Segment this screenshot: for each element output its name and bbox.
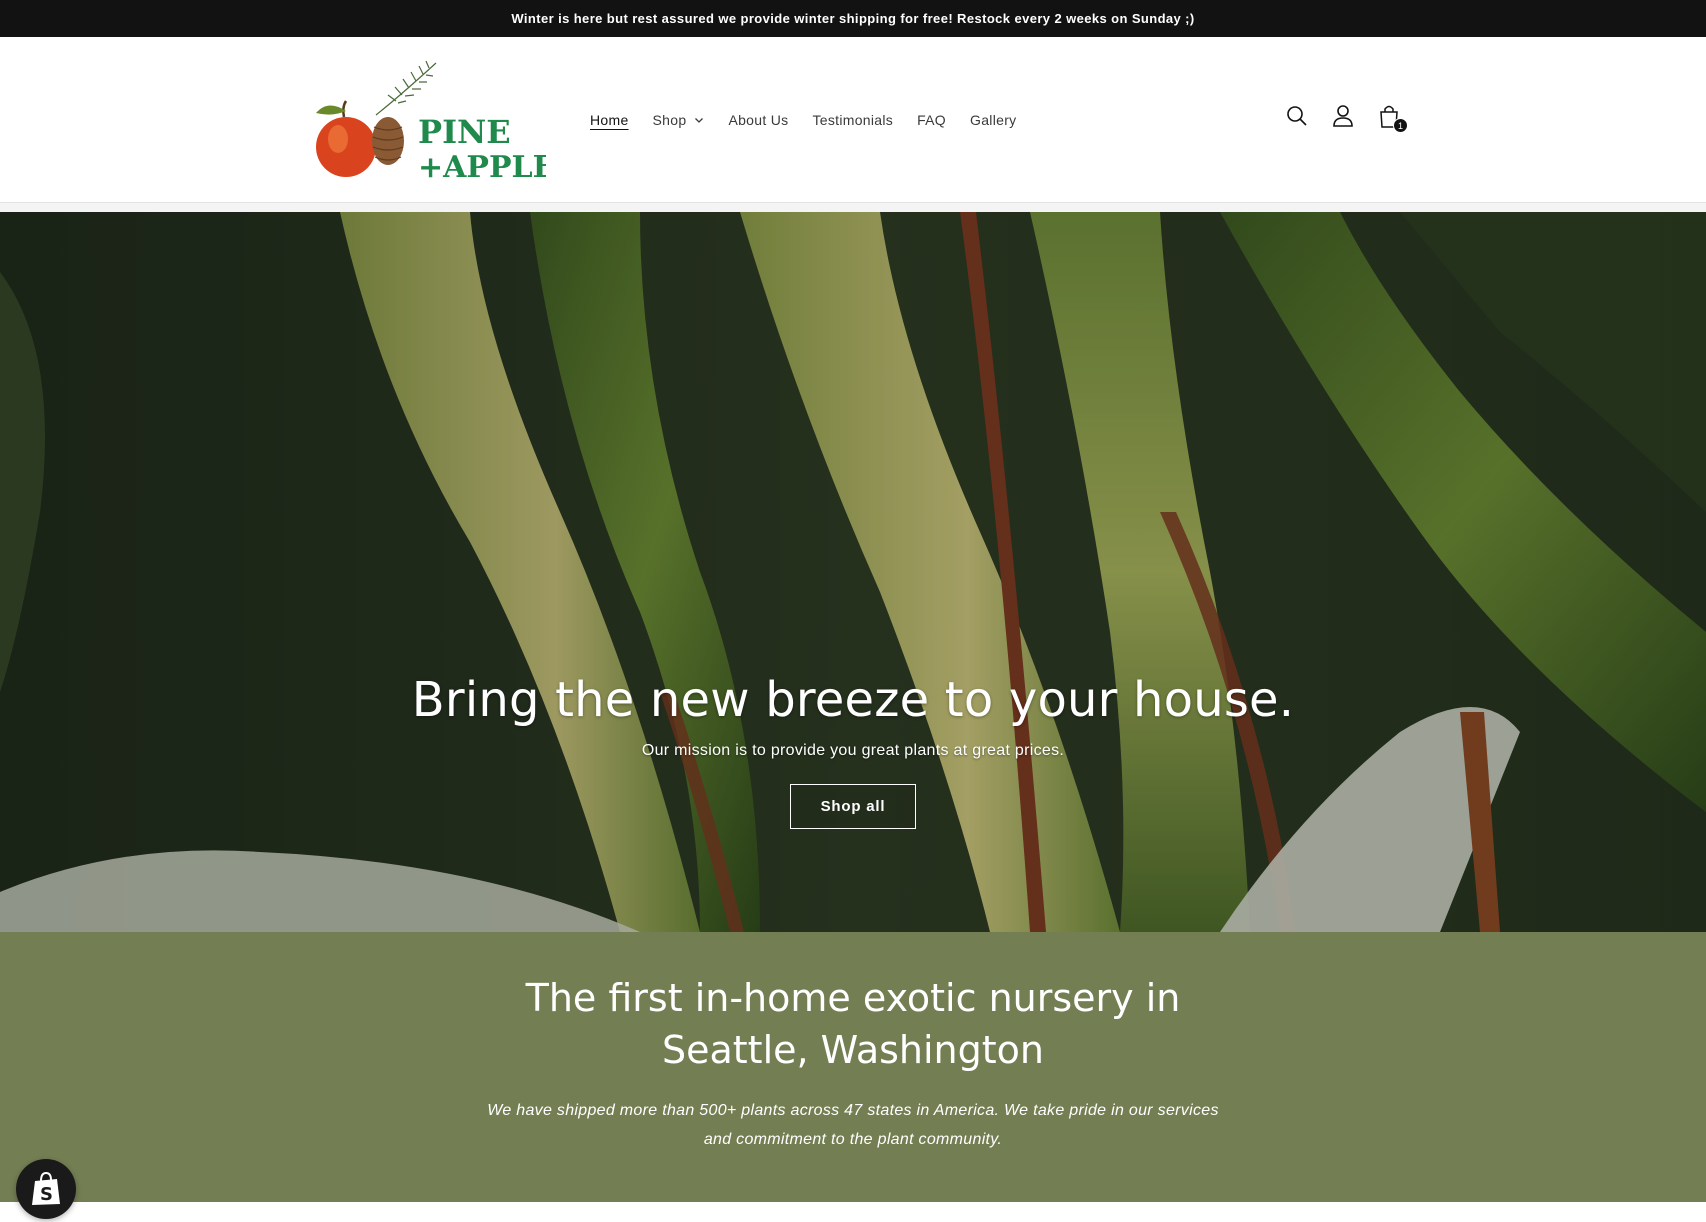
nav-gallery[interactable]: Gallery xyxy=(970,112,1016,128)
hero-subtitle: Our mission is to provide you great plan… xyxy=(641,742,1065,759)
search-button[interactable] xyxy=(1286,103,1308,129)
intro-section: The first in-home exotic nursery in Seat… xyxy=(0,932,1706,1202)
cart-button[interactable]: 1 xyxy=(1378,103,1408,133)
intro-title: The first in-home exotic nursery in Seat… xyxy=(525,976,1181,1072)
nav-about-label: About Us xyxy=(728,112,789,128)
announcement-text: Winter is here but rest assured we provi… xyxy=(511,11,1195,26)
site-header: PINE +APPLE Home Shop About Us Testimoni… xyxy=(0,37,1706,203)
nav-shop[interactable]: Shop xyxy=(653,112,705,128)
hero-banner: Bring the new breeze to your house. Our … xyxy=(0,212,1706,932)
svg-text:S: S xyxy=(40,1184,53,1205)
cart-count-badge: 1 xyxy=(1393,118,1408,133)
pine-apple-logo[interactable]: PINE +APPLE xyxy=(306,55,546,185)
nav-about-us[interactable]: About Us xyxy=(728,112,788,128)
logo-text-apple: +APPLE xyxy=(418,150,546,185)
logo-text-pine: PINE xyxy=(418,113,511,151)
nav-faq[interactable]: FAQ xyxy=(917,112,946,128)
account-icon xyxy=(1333,105,1353,127)
shop-all-button[interactable]: Shop all xyxy=(789,784,917,829)
nav-testimonials-label: Testimonials xyxy=(812,112,894,128)
account-button[interactable] xyxy=(1332,103,1354,129)
nav-gallery-label: Gallery xyxy=(970,112,1017,128)
intro-text: We have shipped more than 500+ plants ac… xyxy=(487,1102,1219,1148)
chevron-down-icon xyxy=(695,118,704,123)
search-icon xyxy=(1287,106,1307,126)
hero-title: Bring the new breeze to your house. xyxy=(411,672,1295,728)
shopify-chat-button[interactable]: S xyxy=(16,1159,76,1219)
nav-home-label: Home xyxy=(590,112,629,128)
announcement-bar: Winter is here but rest assured we provi… xyxy=(0,0,1706,37)
nav-faq-label: FAQ xyxy=(917,112,947,128)
hero-content: Bring the new breeze to your house. Our … xyxy=(0,672,1706,829)
nav-home[interactable]: Home xyxy=(590,112,629,128)
header-icons: 1 xyxy=(1286,103,1408,133)
nav-testimonials[interactable]: Testimonials xyxy=(812,112,893,128)
main-nav: Home Shop About Us Testimonials FAQ Gall… xyxy=(590,112,1040,128)
header-divider xyxy=(0,203,1706,212)
nav-shop-label: Shop xyxy=(652,112,687,128)
shopify-bag-icon: S xyxy=(32,1171,60,1205)
